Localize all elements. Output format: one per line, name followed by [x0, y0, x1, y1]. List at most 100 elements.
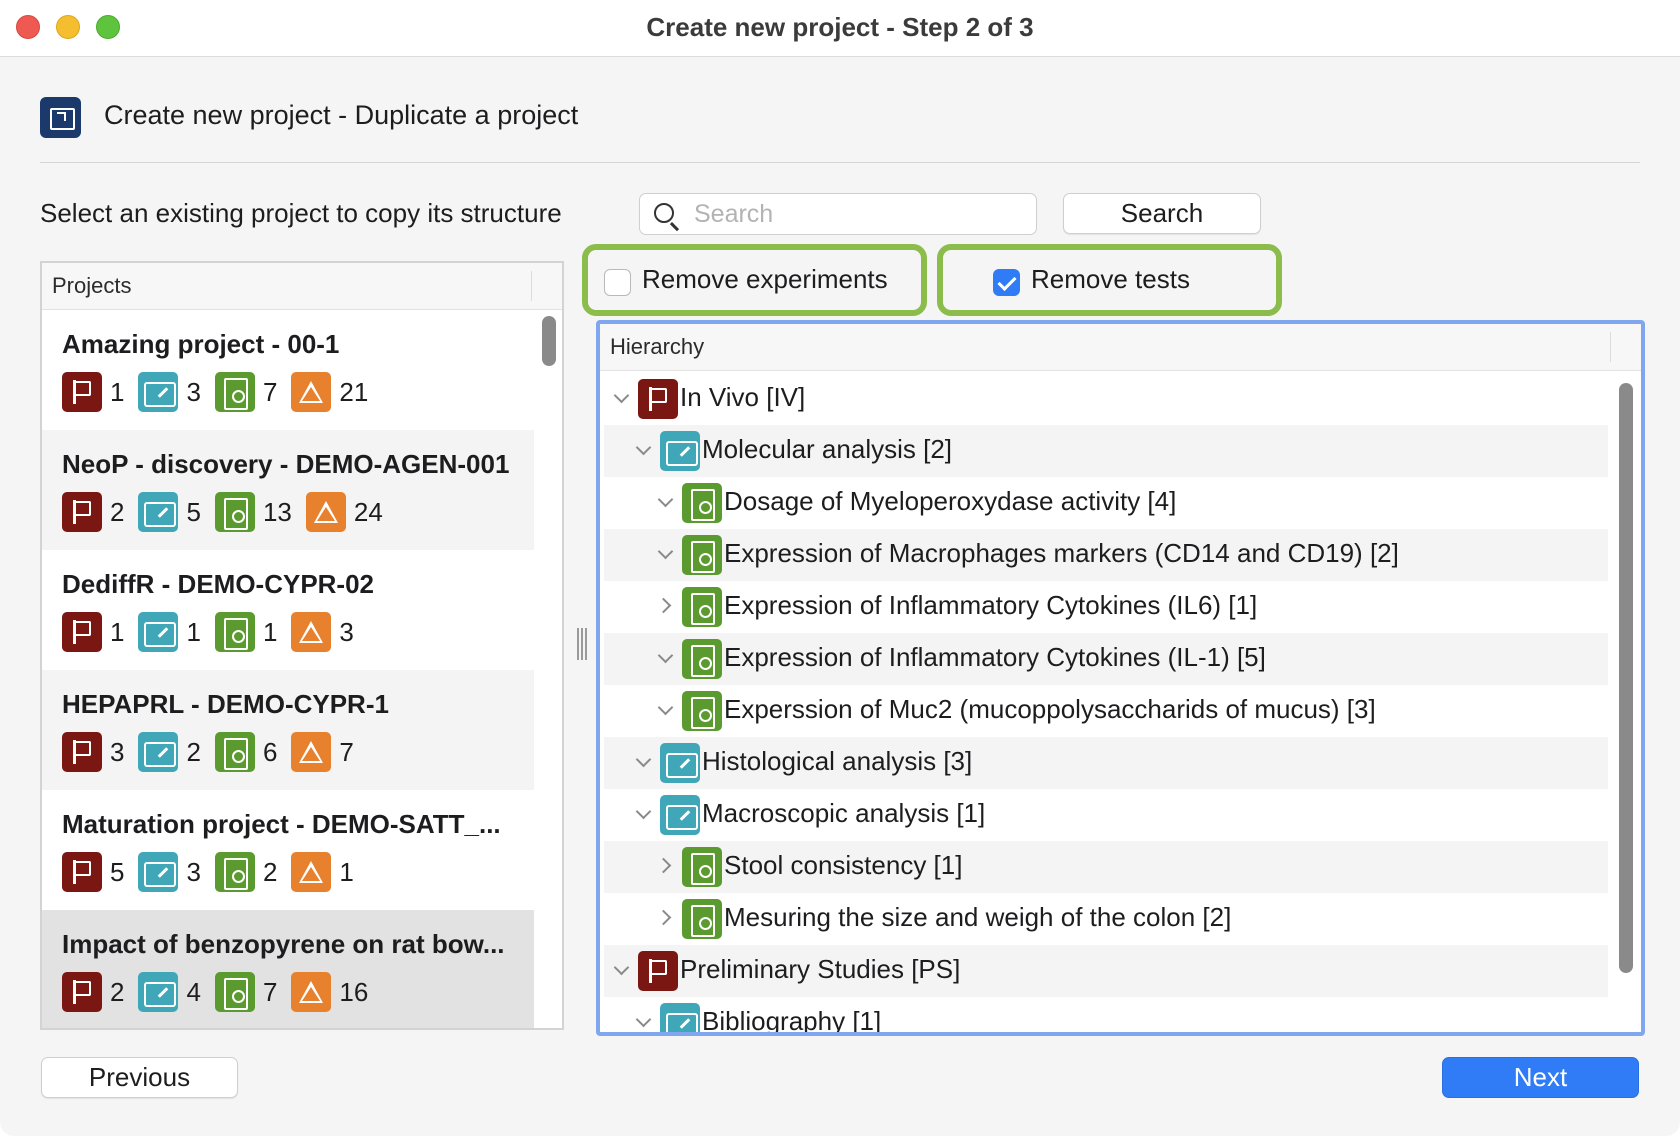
- project-stat-count: 2: [186, 736, 201, 767]
- test-report-icon: [682, 899, 722, 939]
- project-stat-count: 7: [262, 376, 278, 407]
- project-stat-count: 1: [110, 376, 125, 407]
- tree-row-test[interactable]: Expression of Inflammatory Cytokines (IL…: [604, 581, 1608, 633]
- chevron-down-icon[interactable]: [636, 442, 650, 456]
- chevron-down-icon[interactable]: [658, 546, 672, 560]
- column-separator: [531, 271, 532, 301]
- tree-row-study[interactable]: In Vivo [IV]: [604, 373, 1608, 425]
- experiment-folder-icon: [138, 612, 179, 652]
- tree-row-study[interactable]: Preliminary Studies [PS]: [604, 945, 1608, 997]
- study-flag-icon: [62, 972, 102, 1012]
- project-stat-count: 24: [353, 496, 383, 527]
- test-report-icon: [214, 972, 255, 1012]
- projects-column-title: Projects: [52, 273, 132, 298]
- splitter-grip-line: [581, 628, 583, 660]
- project-stat-count: 2: [110, 496, 125, 527]
- remove-experiments-label[interactable]: Remove experiments: [642, 264, 888, 295]
- project-list-item[interactable]: Impact of benzopyrene on rat bow... 2 4 7 16: [42, 910, 534, 1028]
- experiment-folder-icon: [138, 972, 179, 1012]
- tree-row-test[interactable]: Mesuring the size and weigh of the colon…: [604, 893, 1608, 945]
- dialog-window: Create new project - Step 2 of 3 Create …: [0, 0, 1680, 1136]
- chevron-down-icon[interactable]: [614, 390, 628, 404]
- project-stat-studies: 2: [62, 492, 124, 532]
- project-stat-samples: 7: [291, 732, 354, 772]
- project-list-item[interactable]: NeoP - discovery - DEMO-AGEN-001 2 5 13 24: [42, 430, 534, 550]
- project-name: HEPAPRL - DEMO-CYPR-1: [62, 689, 389, 719]
- sample-flask-icon: [291, 612, 332, 652]
- tree-row-test[interactable]: Experssion of Muc2 (mucoppolysaccharids …: [604, 685, 1608, 737]
- project-stat-experiments: 4: [138, 972, 201, 1012]
- study-flag-icon: [62, 732, 102, 772]
- search-button[interactable]: Search: [1063, 193, 1261, 234]
- next-button[interactable]: Next: [1442, 1057, 1639, 1098]
- study-flag-icon: [62, 492, 102, 532]
- remove-tests-label[interactable]: Remove tests: [1031, 264, 1190, 295]
- chevron-right-icon[interactable]: [658, 598, 672, 612]
- chevron-right-icon[interactable]: [658, 858, 672, 872]
- tree-row-test[interactable]: Stool consistency [1]: [604, 841, 1608, 893]
- projects-scrollbar-thumb[interactable]: [542, 316, 556, 366]
- project-list-item[interactable]: DediffR - DEMO-CYPR-02 1 1 1 3: [42, 550, 534, 670]
- study-flag-icon: [62, 852, 102, 892]
- test-report-icon: [682, 639, 722, 679]
- project-list-item[interactable]: Maturation project - DEMO-SATT_... 5 3 2 1: [42, 790, 534, 910]
- tree-row-experiment[interactable]: Molecular analysis [2]: [604, 425, 1608, 477]
- experiment-folder-icon: [138, 492, 179, 532]
- test-report-icon: [214, 852, 255, 892]
- tree-row-label: Expression of Macrophages markers (CD14 …: [724, 538, 1399, 568]
- study-flag-icon: [62, 372, 102, 412]
- project-stat-experiments: 5: [138, 492, 201, 532]
- chevron-down-icon[interactable]: [658, 650, 672, 664]
- chevron-down-icon[interactable]: [636, 754, 650, 768]
- project-name: Maturation project - DEMO-SATT_...: [62, 809, 501, 839]
- experiment-folder-icon: [660, 795, 700, 835]
- project-list-item[interactable]: HEPAPRL - DEMO-CYPR-1 3 2 6 7: [42, 670, 534, 790]
- chevron-down-icon[interactable]: [636, 806, 650, 820]
- project-stat-count: 3: [186, 376, 201, 407]
- project-list-item[interactable]: Amazing project - 00-1 1 3 7 21: [42, 310, 534, 430]
- tree-row-experiment[interactable]: Bibliography [1]: [604, 997, 1608, 1036]
- project-stat-count: 1: [110, 616, 125, 647]
- hierarchy-column-title: Hierarchy: [610, 334, 705, 359]
- tree-row-label: Experssion of Muc2 (mucoppolysaccharids …: [724, 694, 1376, 724]
- experiment-folder-icon: [660, 743, 700, 783]
- tree-row-experiment[interactable]: Histological analysis [3]: [604, 737, 1608, 789]
- page-title: Create new project - Duplicate a project: [104, 100, 579, 130]
- project-stats: 5 3 2 1: [62, 852, 534, 892]
- project-stats: 1 1 1 3: [62, 612, 534, 652]
- experiment-folder-icon: [660, 431, 700, 471]
- chevron-down-icon[interactable]: [636, 1014, 650, 1028]
- search-input[interactable]: [694, 198, 1024, 230]
- previous-button[interactable]: Previous: [41, 1057, 238, 1098]
- chevron-down-icon[interactable]: [614, 962, 628, 976]
- remove-experiments-checkbox[interactable]: [604, 269, 631, 296]
- remove-tests-checkbox[interactable]: [993, 269, 1020, 296]
- hierarchy-scrollbar-thumb[interactable]: [1619, 383, 1633, 973]
- tree-row-test[interactable]: Expression of Macrophages markers (CD14 …: [604, 529, 1608, 581]
- project-name: Amazing project - 00-1: [62, 329, 340, 359]
- chevron-right-icon[interactable]: [658, 910, 672, 924]
- hierarchy-column-header[interactable]: Hierarchy: [600, 324, 1641, 371]
- projects-column-header[interactable]: Projects: [42, 263, 562, 310]
- search-field[interactable]: [639, 193, 1037, 235]
- project-stat-samples: 3: [291, 612, 354, 652]
- splitter-grip-line: [585, 628, 587, 660]
- tree-row-test[interactable]: Expression of Inflammatory Cytokines (IL…: [604, 633, 1608, 685]
- tree-row-experiment[interactable]: Macroscopic analysis [1]: [604, 789, 1608, 841]
- tree-row-test[interactable]: Dosage of Myeloperoxydase activity [4]: [604, 477, 1608, 529]
- window-title: Create new project - Step 2 of 3: [646, 12, 1034, 42]
- remove-experiments-option: Remove experiments: [582, 244, 927, 316]
- project-stat-samples: 16: [291, 972, 368, 1012]
- project-stat-count: 3: [110, 736, 125, 767]
- project-stat-count: 7: [262, 976, 278, 1007]
- project-stat-experiments: 3: [138, 372, 201, 412]
- search-icon: [654, 203, 674, 223]
- project-stat-count: 3: [186, 856, 201, 887]
- chevron-down-icon[interactable]: [658, 702, 672, 716]
- project-stat-count: 21: [339, 376, 369, 407]
- project-stat-tests: 7: [214, 972, 278, 1012]
- chevron-down-icon[interactable]: [658, 494, 672, 508]
- experiment-folder-icon: [138, 852, 179, 892]
- tree-row-label: Bibliography [1]: [702, 1006, 882, 1036]
- panel-splitter-handle[interactable]: [577, 628, 587, 660]
